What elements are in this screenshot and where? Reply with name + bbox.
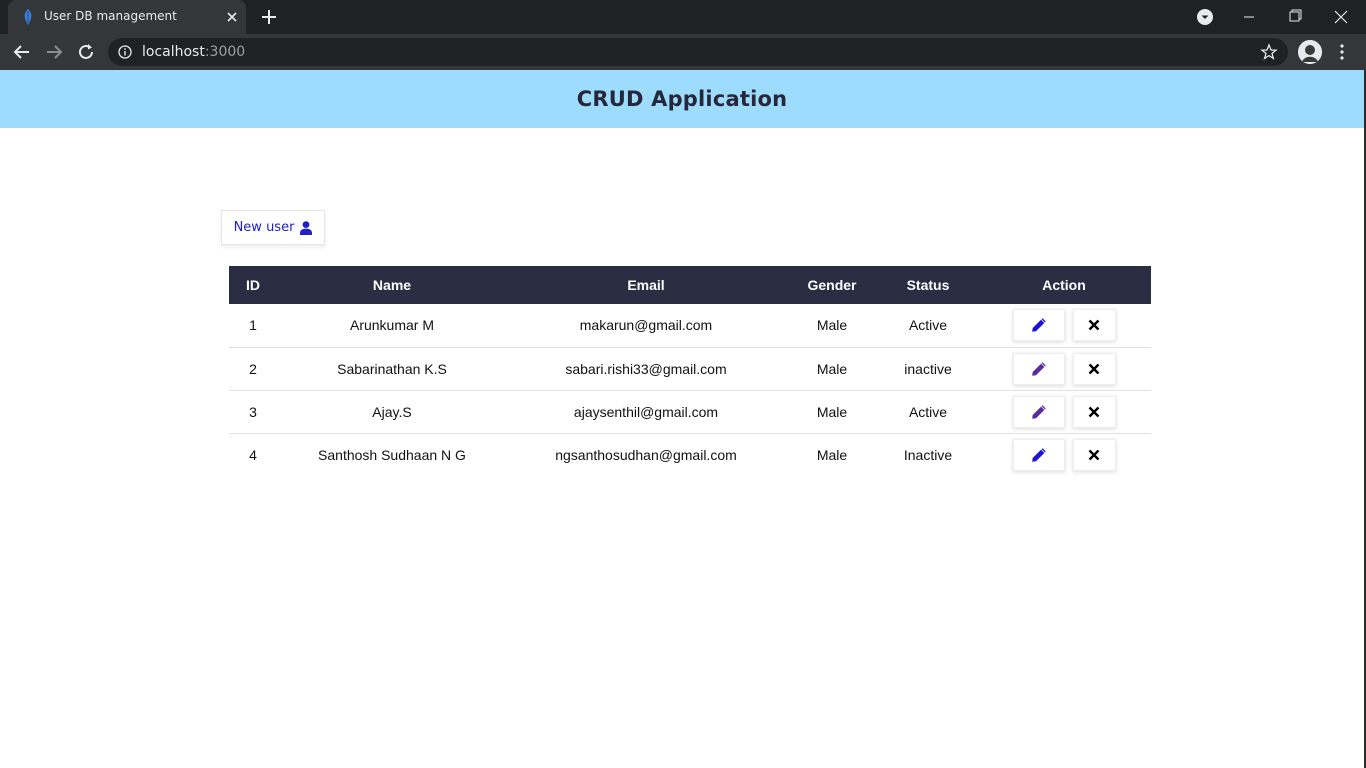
- window-minimize-icon[interactable]: [1226, 0, 1272, 34]
- cell-id: 4: [249, 446, 257, 463]
- page-title: CRUD Application: [576, 87, 788, 111]
- cell-status: Inactive: [903, 446, 953, 463]
- browser-menu-icon[interactable]: [1334, 42, 1350, 62]
- cell-name: Santhosh Sudhaan N G: [318, 446, 466, 463]
- url-text: localhost:3000: [142, 44, 245, 60]
- delete-button[interactable]: [1072, 438, 1116, 471]
- header-gender: Gender: [807, 277, 857, 293]
- header-id: ID: [246, 277, 260, 293]
- cell-gender: Male: [816, 446, 848, 463]
- tab-search-icon[interactable]: [1196, 8, 1214, 26]
- window-restore-icon[interactable]: [1272, 0, 1318, 34]
- header-email: Email: [627, 277, 665, 293]
- window-close-icon[interactable]: [1318, 0, 1364, 34]
- profile-avatar[interactable]: [1298, 40, 1322, 64]
- cell-gender: Male: [785, 390, 879, 434]
- edit-button[interactable]: [1012, 395, 1065, 428]
- browser-toolbar: localhost:3000: [0, 34, 1366, 70]
- header-status: Status: [906, 277, 950, 293]
- app-header: CRUD Application: [0, 70, 1364, 128]
- cell-id: 2: [229, 347, 277, 391]
- close-x-icon: [1088, 406, 1100, 417]
- cell-gender: Male: [785, 304, 879, 348]
- pencil-icon: [1031, 447, 1046, 462]
- row-actions: [977, 352, 1151, 385]
- cell-actions: [977, 304, 1151, 348]
- url-host: localhost: [142, 44, 205, 60]
- row-actions: [977, 438, 1151, 471]
- cell-name: Sabarinathan K.S: [277, 347, 507, 391]
- row-actions: [977, 309, 1151, 342]
- back-arrow-icon[interactable]: [10, 40, 34, 64]
- delete-button[interactable]: [1072, 395, 1116, 428]
- edit-button[interactable]: [1012, 352, 1065, 385]
- table-row: 4 Santhosh Sudhaan N G ngsanthosudhan@gm…: [229, 433, 1151, 476]
- new-user-label: New user: [233, 220, 295, 235]
- header-action: Action: [1042, 277, 1086, 293]
- cell-gender: Male: [785, 347, 879, 391]
- delete-button[interactable]: [1072, 309, 1116, 342]
- cell-email: ngsanthosudhan@gmail.com: [555, 446, 737, 463]
- table-row: 1 Arunkumar M makarun@gmail.com Male Act…: [229, 304, 1151, 348]
- cell-id: 1: [229, 304, 277, 348]
- cell-email: ajaysenthil@gmail.com: [507, 390, 785, 434]
- browser-tab-strip: User DB management: [0, 0, 1366, 34]
- pencil-icon: [1031, 404, 1046, 419]
- cell-email: sabari.rishi33@gmail.com: [507, 347, 785, 391]
- cell-actions: [977, 390, 1151, 434]
- cell-status: Active: [879, 304, 977, 348]
- new-tab-plus-icon[interactable]: [258, 6, 280, 28]
- bookmark-star-icon[interactable]: [1260, 43, 1278, 61]
- header-name: Name: [372, 277, 412, 293]
- browser-tab[interactable]: User DB management: [8, 0, 246, 34]
- avatar-icon: [1298, 40, 1322, 64]
- tab-close-icon[interactable]: [224, 9, 240, 25]
- forward-arrow-icon[interactable]: [42, 40, 66, 64]
- users-table: ID Name Email Gender Status Action 1 Aru…: [229, 266, 1151, 476]
- table-row: 2 Sabarinathan K.S sabari.rishi33@gmail.…: [229, 347, 1151, 391]
- new-user-button[interactable]: New user: [221, 210, 325, 245]
- site-info-icon[interactable]: [118, 45, 132, 59]
- close-x-icon: [1088, 319, 1100, 331]
- cell-email: makarun@gmail.com: [507, 304, 785, 348]
- table-header: ID Name Email Gender Status Action: [229, 266, 1151, 304]
- close-x-icon: [1088, 363, 1100, 374]
- cell-status: inactive: [879, 347, 977, 391]
- reload-icon[interactable]: [74, 40, 98, 64]
- close-x-icon: [1088, 449, 1100, 461]
- table-body: 1 Arunkumar M makarun@gmail.com Male Act…: [229, 304, 1151, 476]
- cell-status: Active: [879, 390, 977, 434]
- edit-button[interactable]: [1012, 438, 1065, 471]
- edit-button[interactable]: [1012, 309, 1065, 342]
- user-icon: [300, 220, 313, 235]
- tab-title: User DB management: [44, 9, 177, 23]
- row-actions: [977, 395, 1151, 428]
- header-row: ID Name Email Gender Status Action: [229, 266, 1151, 304]
- cell-actions: [977, 347, 1151, 391]
- table-row: 3 Ajay.S ajaysenthil@gmail.com Male Acti…: [229, 390, 1151, 434]
- cell-name: Ajay.S: [277, 390, 507, 434]
- cell-name: Arunkumar M: [277, 304, 507, 348]
- favicon-icon: [24, 9, 32, 25]
- delete-button[interactable]: [1072, 352, 1116, 385]
- cell-id: 3: [229, 390, 277, 434]
- pencil-icon: [1031, 318, 1046, 333]
- url-port: :3000: [204, 44, 246, 60]
- pencil-icon: [1031, 361, 1046, 376]
- cell-actions: [977, 433, 1151, 476]
- address-bar[interactable]: localhost:3000: [108, 38, 1288, 66]
